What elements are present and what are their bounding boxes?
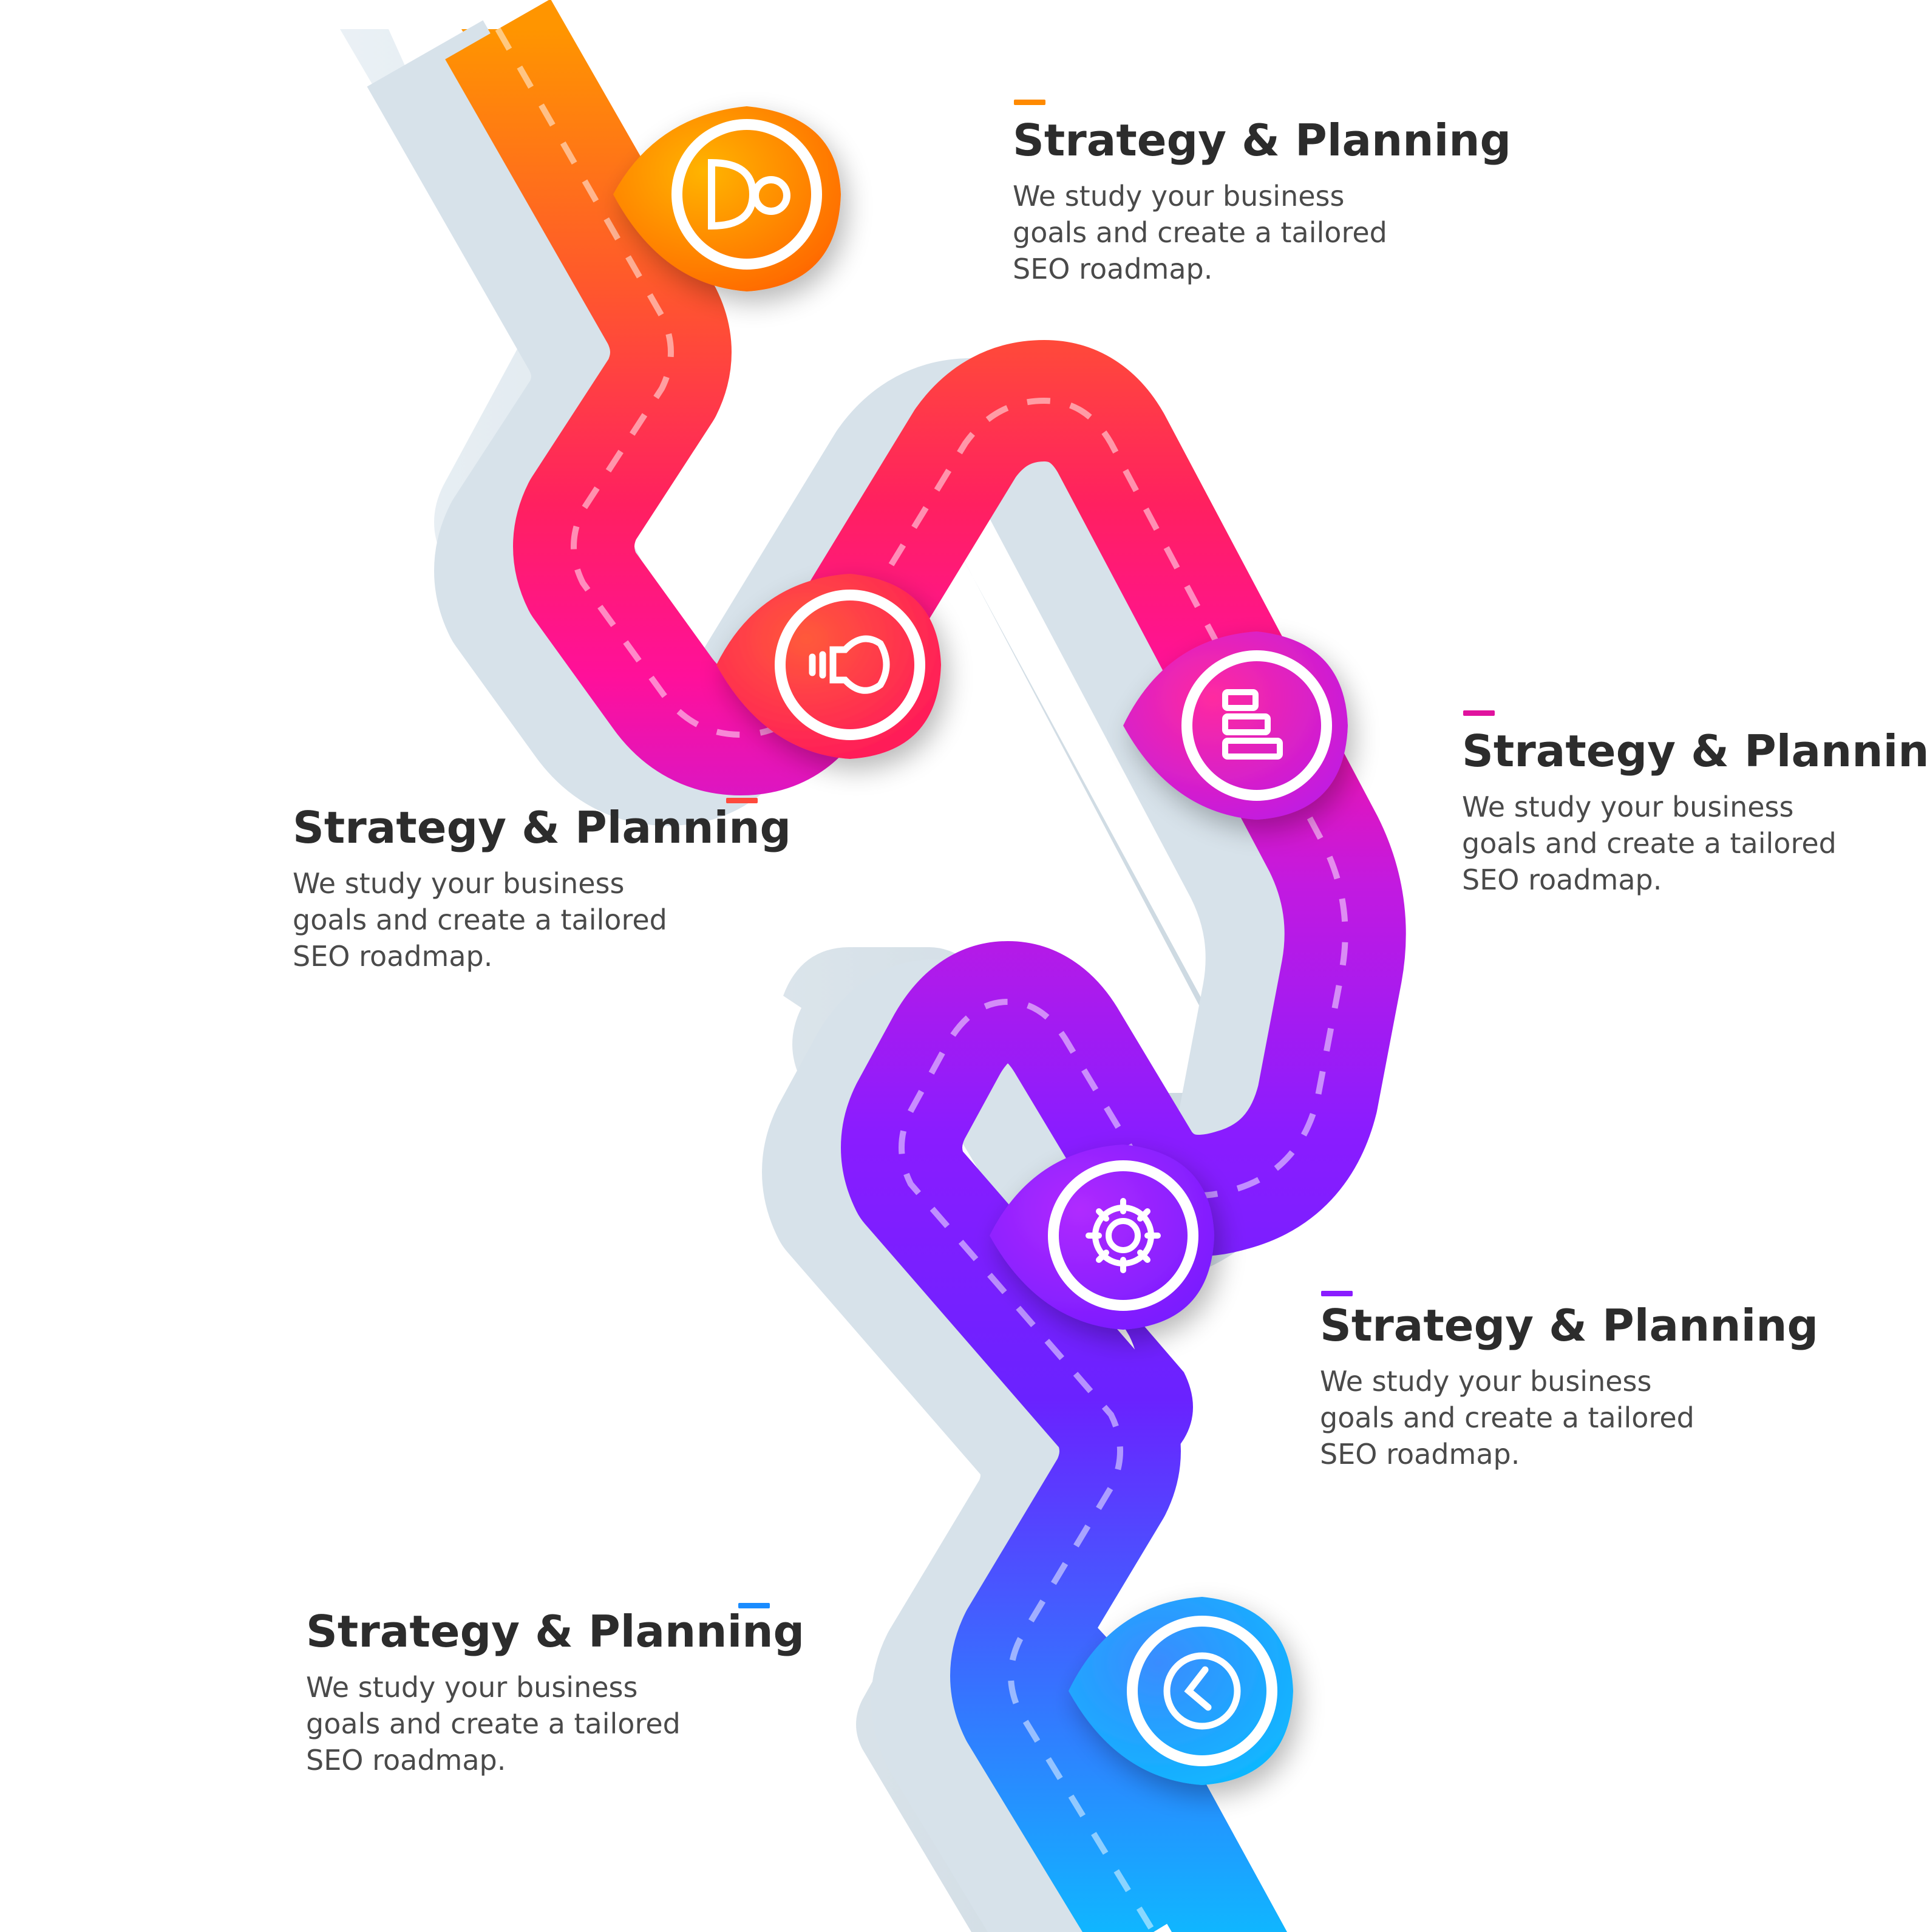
step-4-title: Strategy & Planning: [1320, 1300, 1819, 1351]
step-3-accent: [1463, 710, 1495, 716]
step-2-text: Strategy & Planning We study your busine…: [293, 802, 792, 975]
step-4-text: Strategy & Planning We study your busine…: [1320, 1300, 1819, 1472]
roadmap-infographic: Strategy & Planning We study your busine…: [0, 0, 1927, 1932]
step-5-description: We study your business goals and create …: [306, 1671, 681, 1777]
step-3-title: Strategy & Planning: [1462, 726, 1927, 777]
step-1-text: Strategy & Planning We study your busine…: [1013, 115, 1512, 287]
step-5-text: Strategy & Planning We study your busine…: [306, 1606, 805, 1778]
step-4-description: We study your business goals and create …: [1320, 1365, 1694, 1471]
step-2-title: Strategy & Planning: [293, 802, 792, 853]
step-1-description: We study your business goals and create …: [1013, 180, 1387, 286]
step-1-accent: [1014, 100, 1045, 105]
step-5-title: Strategy & Planning: [306, 1606, 805, 1657]
step-4-accent: [1321, 1291, 1353, 1296]
road-illustration: [340, 0, 1406, 1932]
step-1-title: Strategy & Planning: [1013, 115, 1512, 166]
step-2-description: We study your business goals and create …: [293, 867, 667, 973]
step-3-text: Strategy & Planning We study your busine…: [1462, 727, 1927, 898]
step-3-description: We study your business goals and create …: [1462, 791, 1837, 897]
